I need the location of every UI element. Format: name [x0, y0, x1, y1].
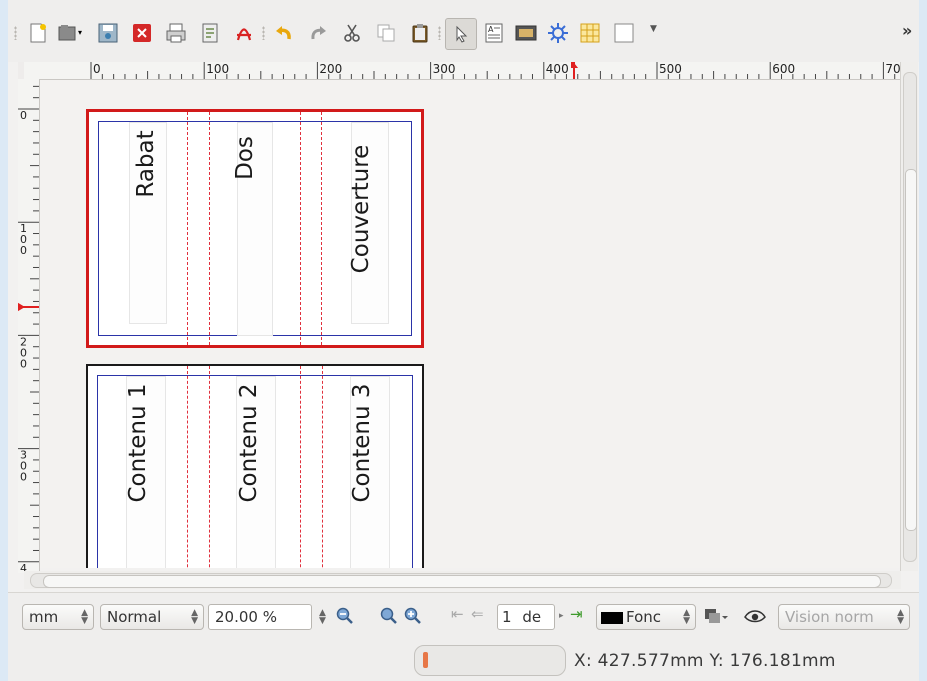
ruler-label: 0 — [20, 244, 27, 257]
previous-page-icon[interactable]: ⇐ — [471, 607, 484, 622]
page-number-value: 1 — [502, 608, 512, 626]
layer-value: Fonc — [626, 608, 662, 626]
column-guide[interactable] — [209, 366, 210, 568]
image-mode-selector[interactable]: Normal ▲ ▼ — [100, 604, 204, 630]
vertical-scroll-track[interactable] — [903, 72, 917, 562]
ruler-label: 70 — [885, 62, 900, 76]
ruler-label: 0 — [20, 109, 27, 122]
view-mode-selector[interactable]: Vision norm ▲ ▼ — [778, 604, 910, 630]
vertical-scroll-thumb[interactable] — [905, 169, 917, 531]
horizontal-ruler[interactable]: 0 100 200 300 400 500 600 70 — [24, 62, 900, 80]
zoom-input[interactable]: 20.00 % — [208, 604, 312, 630]
svg-text:A: A — [488, 25, 494, 34]
select-icon[interactable] — [445, 18, 477, 50]
shape-icon[interactable] — [612, 21, 636, 45]
info-bar: X: 427.577mm Y: 176.181mm — [8, 640, 919, 681]
horizontal-scroll-track[interactable] — [30, 573, 892, 588]
couverture-label: Couverture — [348, 144, 374, 274]
contenu-3-label: Contenu 3 — [349, 383, 375, 503]
shape-dropdown-icon[interactable]: ▼ — [650, 24, 657, 34]
image-frame-icon[interactable] — [514, 21, 538, 45]
paste-icon[interactable] — [408, 21, 432, 45]
progress-bar — [414, 645, 566, 676]
column-guide[interactable] — [209, 112, 210, 345]
scribus-window: ▾ A ▼ » 0 100 200 300 400 500 600 70 0100200300… — [8, 0, 919, 681]
layer-color-swatch — [601, 611, 623, 624]
text-frame-icon[interactable]: A — [482, 21, 506, 45]
close-icon[interactable] — [130, 21, 154, 45]
copy-icon[interactable] — [374, 21, 398, 45]
table-icon[interactable] — [578, 21, 602, 45]
column-guide[interactable] — [300, 366, 301, 568]
spin-arrows-icon: ▲ ▼ — [191, 608, 198, 626]
new-document-icon[interactable] — [26, 21, 50, 45]
horizontal-scrollbar[interactable] — [24, 571, 901, 589]
next-page-icon[interactable]: ⇥ — [570, 607, 583, 622]
ruler-label: 600 — [772, 62, 795, 76]
mode-value: Normal — [107, 608, 162, 626]
ruler-label: 400 — [546, 62, 569, 76]
page-dropdown-icon[interactable]: ▸ — [559, 612, 564, 621]
dos-label: Dos — [232, 136, 258, 180]
unit-value: mm — [29, 608, 59, 626]
spin-arrows-icon: ▲ ▼ — [897, 608, 904, 626]
ruler-cursor-marker — [571, 62, 579, 79]
progress-fill — [423, 652, 428, 668]
page-of-label: de — [522, 608, 542, 626]
ruler-label: 0 — [20, 471, 27, 484]
ruler-label: 0 — [20, 357, 27, 370]
ruler-cursor-marker — [18, 302, 39, 312]
zoom-out-icon[interactable] — [336, 607, 358, 628]
render-frame-icon[interactable] — [546, 21, 570, 45]
layer-selector[interactable]: Fonc ▲ ▼ — [596, 604, 696, 630]
redo-icon[interactable] — [306, 21, 330, 45]
toolbar-overflow-icon[interactable]: » — [902, 21, 912, 40]
ruler-label: 500 — [659, 62, 682, 76]
ruler-label: 200 — [319, 62, 342, 76]
ruler-label: 0 — [93, 62, 101, 76]
first-page-icon[interactable]: ⇤ — [451, 607, 464, 622]
preflight-icon[interactable] — [198, 21, 222, 45]
column-guide[interactable] — [300, 112, 301, 345]
page-number-input[interactable]: 1 de — [497, 604, 555, 630]
view-toolbar: mm ▲ ▼ Normal ▲ ▼ 20.00 % ▲ ▼ ⇤ ⇐ 1 de ▸ ⇥ Fo… — [8, 592, 919, 641]
save-icon[interactable] — [96, 21, 120, 45]
toolbar-grip[interactable] — [262, 26, 265, 40]
page-2-content[interactable]: Contenu 1 Contenu 2 Contenu 3 — [86, 364, 424, 568]
column-guide[interactable] — [187, 112, 188, 345]
zoom-normal-icon[interactable] — [380, 607, 398, 628]
undo-icon[interactable] — [272, 21, 296, 45]
horizontal-scroll-thumb[interactable] — [43, 575, 881, 588]
column-guide[interactable] — [187, 366, 188, 568]
vertical-scrollbar[interactable] — [900, 62, 918, 571]
zoom-spin-icon[interactable]: ▲ ▼ — [319, 609, 326, 626]
layer-palette-icon[interactable] — [704, 607, 728, 628]
document-canvas[interactable]: Rabat Dos Couverture Contenu 1 Contenu 2… — [40, 80, 900, 568]
cut-icon[interactable] — [340, 21, 364, 45]
spin-arrows-icon: ▲ ▼ — [683, 608, 690, 626]
column-guide[interactable] — [321, 112, 322, 345]
contenu-2-label: Contenu 2 — [236, 383, 262, 503]
zoom-in-icon[interactable] — [404, 607, 426, 628]
toolbar-grip[interactable] — [438, 26, 441, 40]
spin-arrows-icon: ▲ ▼ — [81, 608, 88, 626]
open-icon[interactable]: ▾ — [58, 21, 82, 45]
ruler-label: 100 — [206, 62, 229, 76]
unit-selector[interactable]: mm ▲ ▼ — [22, 604, 94, 630]
toolbar-grip[interactable] — [14, 26, 17, 40]
export-pdf-icon[interactable] — [232, 21, 256, 45]
cursor-coordinates: X: 427.577mm Y: 176.181mm — [574, 651, 836, 671]
column-guide[interactable] — [322, 366, 323, 568]
vertical-ruler[interactable]: 01002003004 — [18, 79, 40, 573]
main-toolbar: ▾ A ▼ » — [8, 0, 919, 62]
page-1-cover[interactable]: Rabat Dos Couverture — [86, 109, 424, 348]
ruler-label: 300 — [433, 62, 456, 76]
rabat-label: Rabat — [133, 130, 159, 198]
print-icon[interactable] — [164, 21, 188, 45]
preview-eye-icon[interactable] — [744, 607, 766, 628]
contenu-1-label: Contenu 1 — [125, 383, 151, 503]
view-mode-value: Vision norm — [785, 608, 874, 626]
